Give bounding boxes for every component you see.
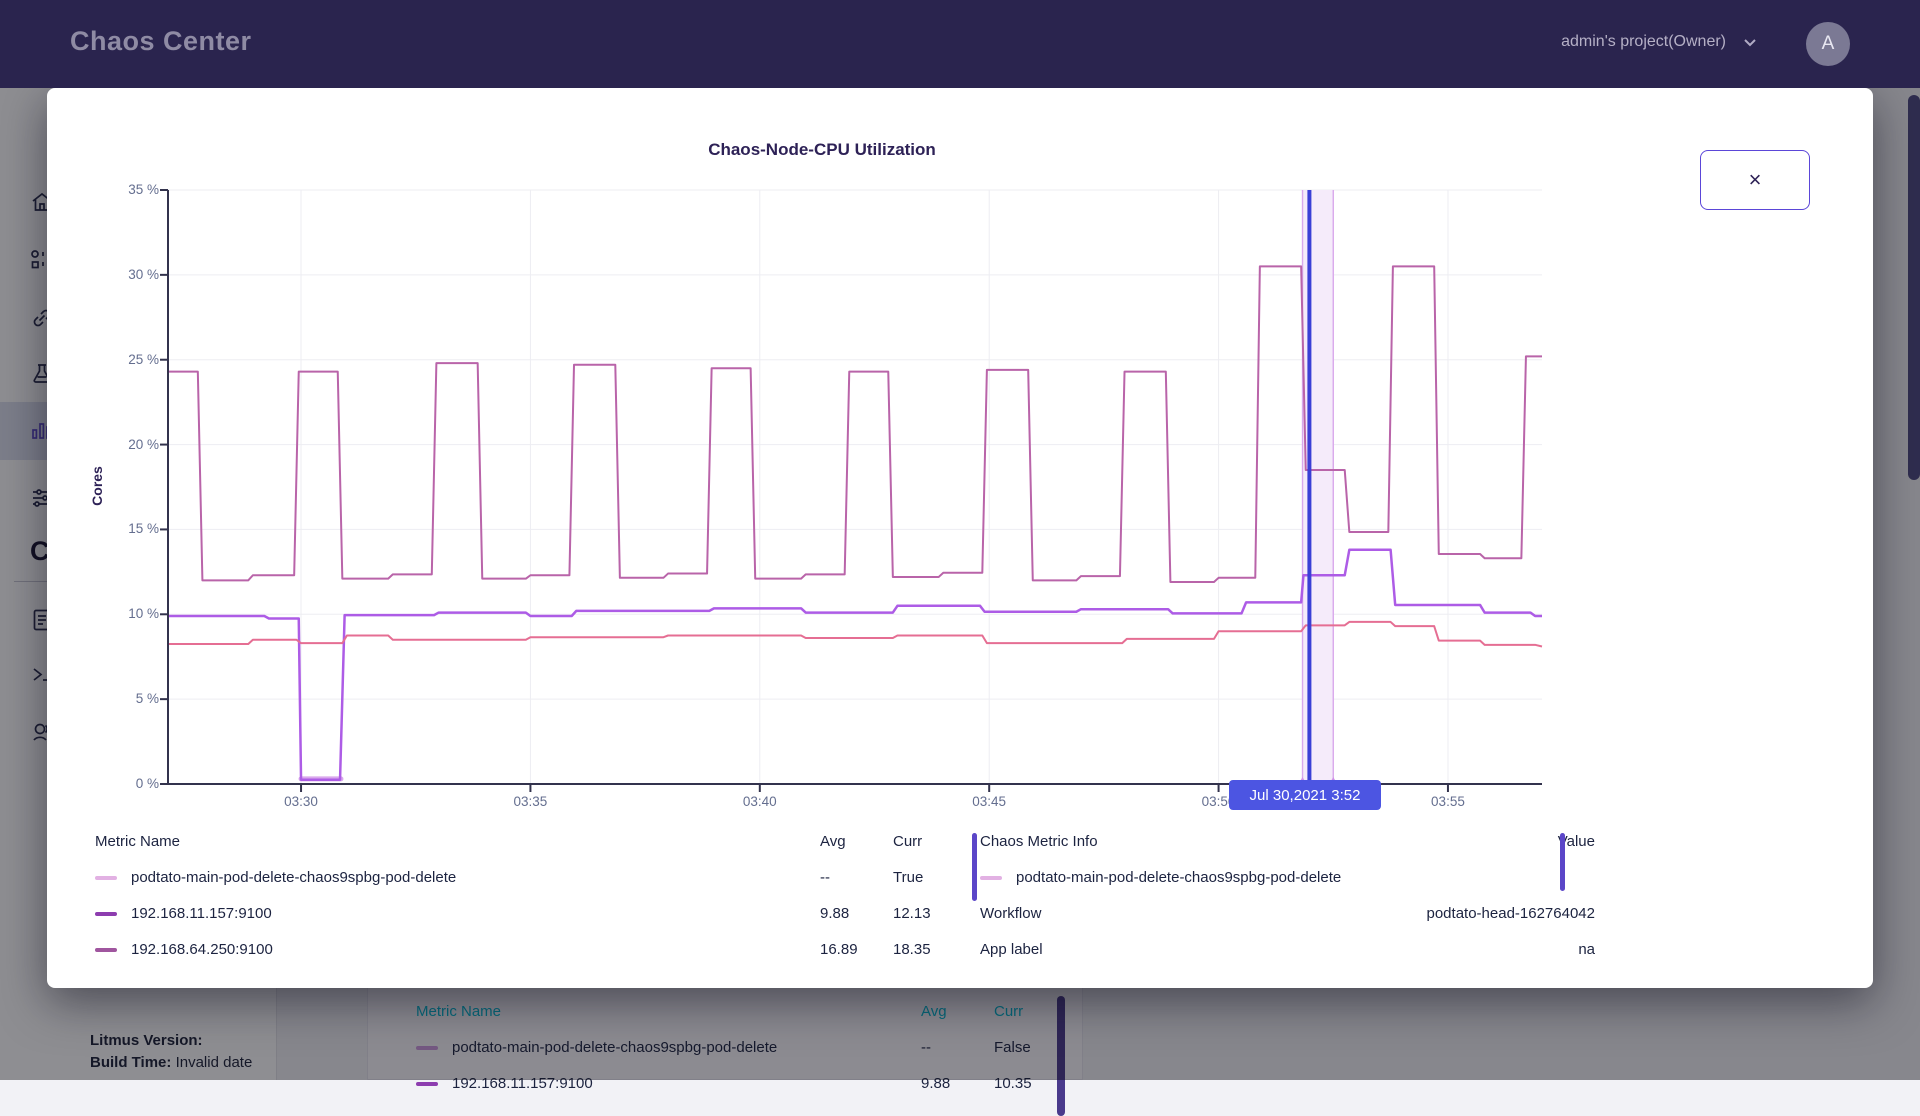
metric-detail-modal: Chaos-Node-CPU Utilization × Cores Jul 3… — [47, 88, 1873, 988]
project-selector[interactable]: admin's project(Owner) — [1561, 32, 1760, 52]
chaos-info-row: podtato-main-pod-delete-chaos9spbg-pod-d… — [980, 862, 1595, 892]
series-swatch — [980, 876, 1002, 880]
legend-row[interactable]: podtato-main-pod-delete-chaos9spbg-pod-d… — [95, 862, 973, 892]
y-tick-label: 35 % — [75, 182, 159, 197]
y-tick-label: 15 % — [75, 521, 159, 536]
cpu-utilization-chart — [168, 190, 1542, 784]
y-tick-label: 5 % — [75, 691, 159, 706]
y-tick-label: 10 % — [75, 606, 159, 621]
legend-header: Metric Name Avg Curr — [95, 826, 973, 856]
chaos-info-row: App label na — [980, 934, 1595, 964]
top-header: Chaos Center admin's project(Owner) A — [0, 0, 1920, 88]
avatar[interactable]: A — [1806, 22, 1850, 66]
legend-col-curr: Curr — [893, 833, 973, 850]
project-selector-label: admin's project(Owner) — [1561, 33, 1726, 51]
chaos-event-band — [1303, 190, 1334, 784]
chaos-metric-info: Chaos Metric Info Value podtato-main-pod… — [980, 826, 1595, 970]
avatar-letter: A — [1822, 33, 1835, 55]
x-tick-label: 03:55 — [1406, 794, 1490, 809]
chaos-info-header: Chaos Metric Info Value — [980, 826, 1595, 856]
chart-svg — [168, 190, 1542, 784]
series-swatch — [95, 876, 117, 880]
chaos-info-title: Chaos Metric Info — [980, 833, 1558, 850]
series-swatch — [416, 1082, 438, 1086]
series-line-192-168-64-250-9100 — [168, 266, 1542, 582]
legend-row[interactable]: 192.168.64.250:9100 16.89 18.35 — [95, 934, 973, 964]
y-axis-label: Cores — [89, 466, 105, 506]
x-tick-label: 03:40 — [718, 794, 802, 809]
y-tick-label: 0 % — [75, 776, 159, 791]
close-icon: × — [1749, 167, 1762, 193]
series-swatch — [95, 912, 117, 916]
x-tick-label: 03:45 — [947, 794, 1031, 809]
chaos-info-row: Workflow podtato-head-162764042 — [980, 898, 1595, 928]
close-button[interactable]: × — [1700, 150, 1810, 210]
y-tick-label: 30 % — [75, 267, 159, 282]
series-line-192-168-11-157-9100 — [168, 550, 1542, 780]
chevron-down-icon — [1740, 32, 1760, 52]
legend-col-metric: Metric Name — [95, 833, 820, 850]
chart-title: Chaos-Node-CPU Utilization — [107, 140, 1537, 160]
app-title: Chaos Center — [70, 26, 252, 57]
legend-scrollbar[interactable] — [972, 833, 977, 901]
chaos-info-scrollbar[interactable] — [1560, 833, 1565, 891]
x-tick-label: 03:30 — [259, 794, 343, 809]
series-line-unlabeled-third-node-cpu-line — [168, 622, 1542, 647]
y-tick-label: 25 % — [75, 352, 159, 367]
chart-tooltip: Jul 30,2021 3:52 — [1229, 780, 1381, 810]
y-tick-label: 20 % — [75, 437, 159, 452]
legend-col-avg: Avg — [820, 833, 893, 850]
x-tick-label: 03:35 — [488, 794, 572, 809]
legend-table: Metric Name Avg Curr podtato-main-pod-de… — [95, 826, 973, 970]
legend-row[interactable]: 192.168.11.157:9100 9.88 12.13 — [95, 898, 973, 928]
series-swatch — [95, 948, 117, 952]
